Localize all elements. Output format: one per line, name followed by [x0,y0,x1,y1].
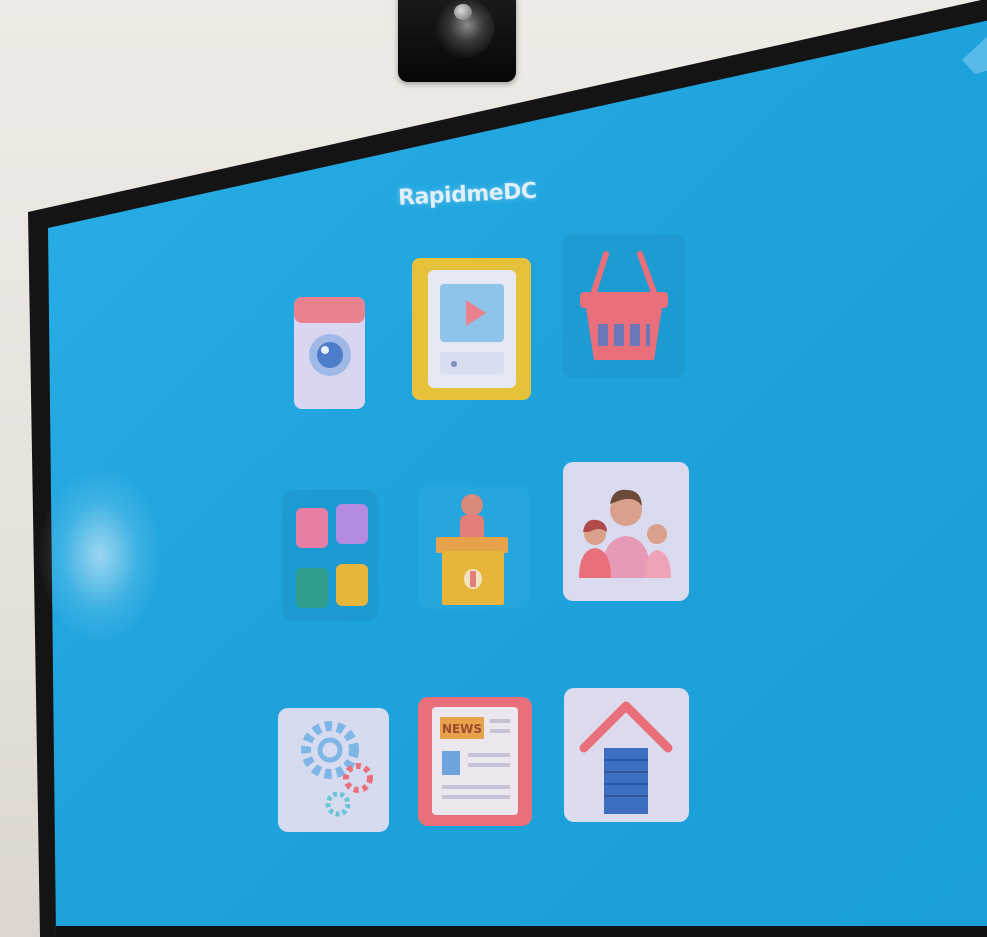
home-icon [564,688,689,822]
presenter-tile[interactable] [416,483,531,611]
app-title: RapidmeDC [397,178,538,211]
video-tablet-icon [412,258,531,400]
shopping-basket-tile[interactable] [560,232,687,380]
tv-display: RapidmeDC NEWS [0,0,987,937]
photo-scene: RapidmeDC NEWS [0,0,987,937]
apps-grid-icon [282,490,378,621]
camera-app-icon [294,297,365,409]
people-tile[interactable] [561,460,691,603]
apps-grid-tile[interactable] [280,488,380,623]
presenter-podium-icon [418,485,529,609]
video-tablet-tile[interactable] [410,256,533,402]
svg-text:NEWS: NEWS [442,722,482,736]
home-tile[interactable] [562,686,691,824]
launcher-screen: RapidmeDC NEWS [0,0,987,937]
gears-icon [278,708,389,832]
people-icon [563,462,689,601]
news-icon: NEWS [418,697,532,826]
news-tile[interactable]: NEWS [416,695,534,828]
shopping-basket-icon [562,234,685,378]
camera-app-tile[interactable] [292,293,367,411]
gears-tile[interactable] [276,706,391,834]
